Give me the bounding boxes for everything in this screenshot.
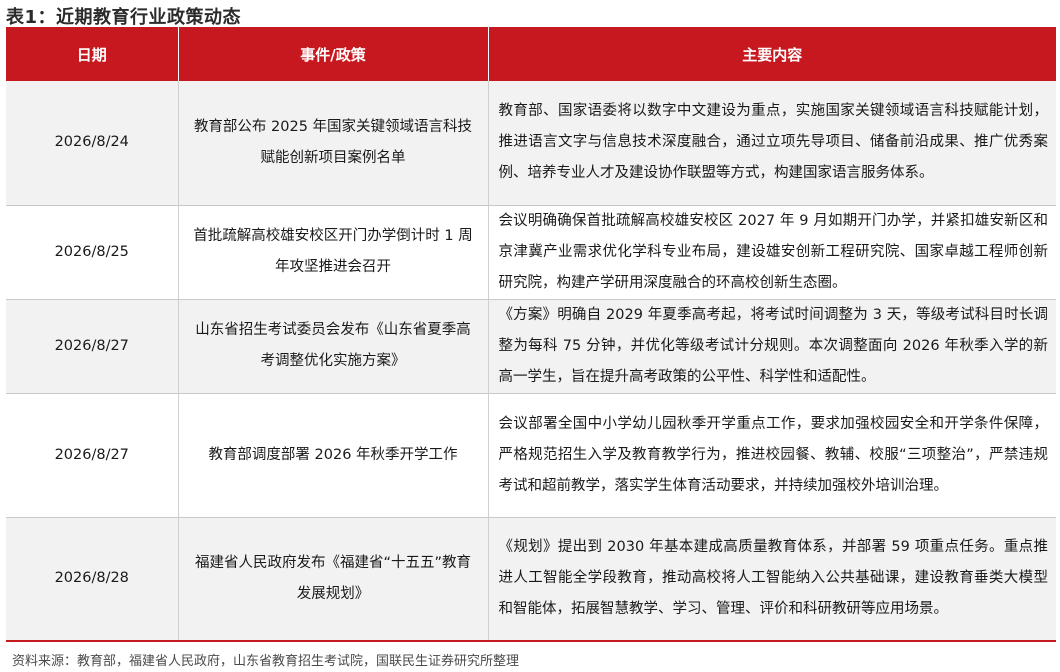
table-row: 2026/8/28 福建省人民政府发布《福建省“十五五”教育发展规划》 《规划》… xyxy=(6,517,1056,642)
row-event: 福建省人民政府发布《福建省“十五五”教育发展规划》 xyxy=(178,517,489,642)
header-content: 主要内容 xyxy=(488,27,1056,81)
row-date: 2026/8/25 xyxy=(6,205,179,300)
row-content: 教育部、国家语委将以数字中文建设为重点，实施国家关键领域语言科技赋能计划，推进语… xyxy=(488,81,1056,206)
row-date: 2026/8/24 xyxy=(6,81,179,206)
row-content: 会议明确确保首批疏解高校雄安校区 2027 年 9 月如期开门办学，并紧扣雄安新… xyxy=(488,205,1056,300)
row-event: 山东省招生考试委员会发布《山东省夏季高考调整优化实施方案》 xyxy=(178,299,489,394)
table-row: 2026/8/27 山东省招生考试委员会发布《山东省夏季高考调整优化实施方案》 … xyxy=(6,299,1056,394)
table-row: 2026/8/25 首批疏解高校雄安校区开门办学倒计时 1 周年攻坚推进会召开 … xyxy=(6,205,1056,300)
row-event: 教育部调度部署 2026 年秋季开学工作 xyxy=(178,393,489,518)
source-note: 资料来源：教育部，福建省人民政府，山东省教育招生考试院，国联民生证券研究所整理 xyxy=(12,654,520,669)
row-content: 《方案》明确自 2029 年夏季高考起，将考试时间调整为 3 天，等级考试科目时… xyxy=(488,299,1056,394)
header-date: 日期 xyxy=(6,27,179,81)
table-title: 表1：近期教育行业政策动态 xyxy=(6,7,242,28)
table-row: 2026/8/27 教育部调度部署 2026 年秋季开学工作 会议部署全国中小学… xyxy=(6,393,1056,518)
row-event: 教育部公布 2025 年国家关键领域语言科技赋能创新项目案例名单 xyxy=(178,81,489,206)
row-content: 会议部署全国中小学幼儿园秋季开学重点工作，要求加强校园安全和开学条件保障，严格规… xyxy=(488,393,1056,518)
row-date: 2026/8/27 xyxy=(6,393,179,518)
table-row: 2026/8/24 教育部公布 2025 年国家关键领域语言科技赋能创新项目案例… xyxy=(6,81,1056,206)
table-header-row: 日期 事件/政策 主要内容 xyxy=(6,27,1056,81)
row-date: 2026/8/27 xyxy=(6,299,179,394)
row-date: 2026/8/28 xyxy=(6,517,179,642)
row-event: 首批疏解高校雄安校区开门办学倒计时 1 周年攻坚推进会召开 xyxy=(178,205,489,300)
policy-table: 日期 事件/政策 主要内容 2026/8/24 教育部公布 2025 年国家关键… xyxy=(6,27,1056,642)
header-event: 事件/政策 xyxy=(178,27,489,81)
row-content: 《规划》提出到 2030 年基本建成高质量教育体系，并部署 59 项重点任务。重… xyxy=(488,517,1056,642)
